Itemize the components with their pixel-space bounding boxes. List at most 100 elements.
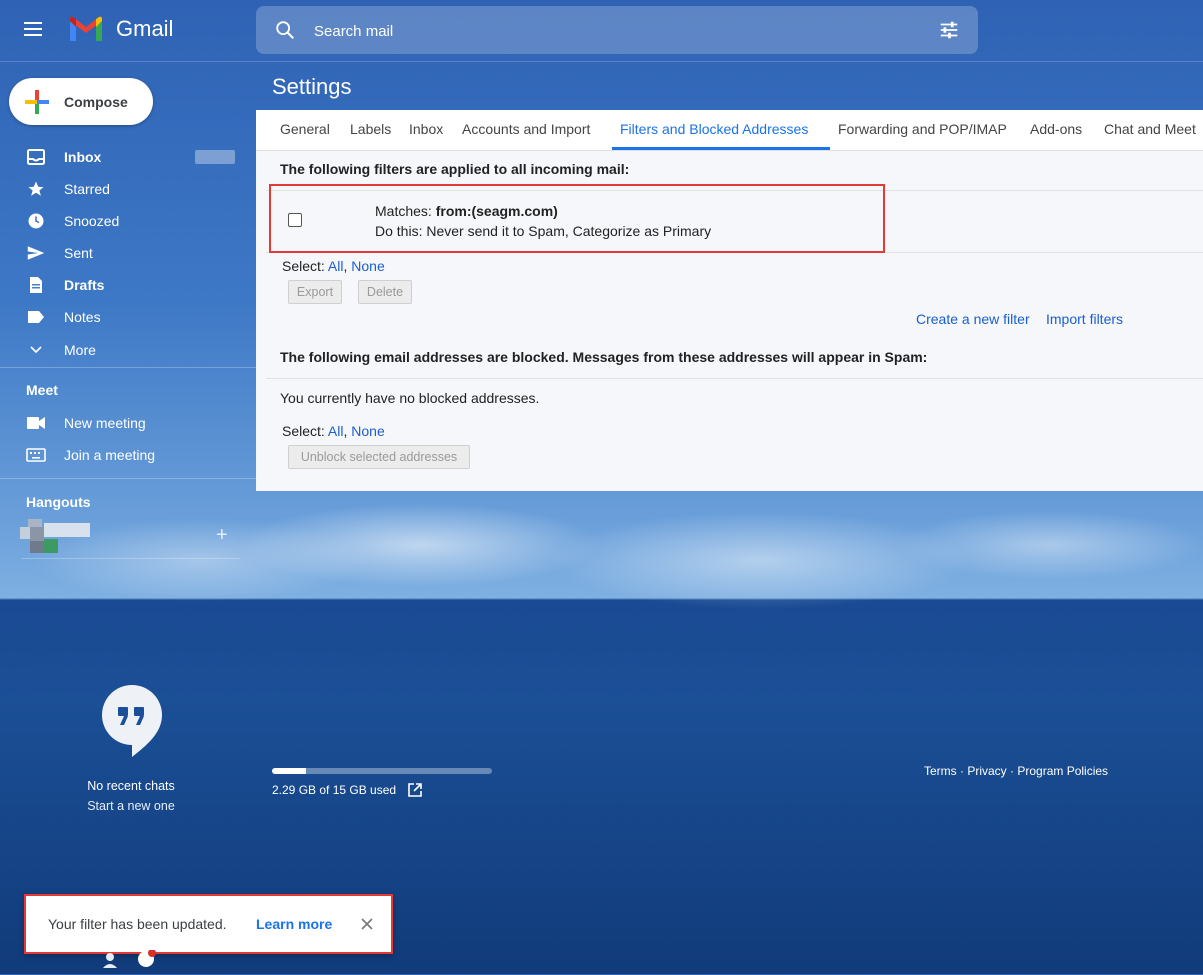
search-input[interactable]	[312, 18, 916, 44]
sidebar-item-snoozed[interactable]: Snoozed	[0, 205, 240, 237]
star-icon	[26, 179, 46, 199]
tab-labels[interactable]: Labels	[350, 121, 391, 137]
select-none-link[interactable]: None	[351, 258, 384, 274]
sidebar-divider	[0, 367, 256, 368]
blocked-heading: The following email addresses are blocke…	[280, 349, 928, 365]
select-label: Select:	[282, 423, 328, 439]
hangouts-quote-icon	[102, 685, 162, 757]
close-icon[interactable]	[359, 916, 375, 932]
delete-button[interactable]: Delete	[358, 280, 412, 304]
bottom-chat-bar	[100, 949, 160, 975]
clock-icon	[26, 211, 46, 231]
terms-link[interactable]: Terms	[924, 764, 957, 778]
new-meeting-label: New meeting	[64, 415, 146, 431]
sidebar-item-label: Inbox	[64, 149, 102, 165]
compose-button[interactable]: Compose	[9, 78, 153, 125]
compose-label: Compose	[64, 93, 128, 110]
learn-more-link[interactable]: Learn more	[256, 916, 332, 932]
separator: ,	[343, 258, 348, 274]
start-new-chat-link[interactable]: Start a new one	[60, 799, 202, 813]
sidebar-item-sent[interactable]: Sent	[0, 237, 240, 269]
divider	[266, 378, 1203, 379]
blocked-select-row: Select: All, None	[282, 423, 385, 439]
active-tab-indicator	[612, 147, 830, 150]
page-title: Settings	[272, 74, 352, 99]
send-icon	[26, 243, 46, 263]
add-hangouts-contact-button[interactable]: +	[216, 524, 228, 547]
separator: ,	[343, 423, 348, 439]
no-blocked-text: You currently have no blocked addresses.	[280, 390, 540, 406]
no-recent-chats-text: No recent chats	[87, 779, 175, 793]
separator-dot: ·	[1006, 764, 1018, 778]
select-all-link[interactable]: All	[328, 258, 344, 274]
select-none-link[interactable]: None	[351, 423, 384, 439]
chevron-down-icon	[26, 340, 46, 360]
filter-row-highlight	[269, 184, 885, 253]
storage-usage-text: 2.29 GB of 15 GB used	[272, 783, 397, 797]
program-policies-link[interactable]: Program Policies	[1017, 764, 1108, 778]
sidebar-divider	[0, 478, 256, 479]
filter-matches-prefix: Matches:	[375, 203, 436, 219]
label-icon	[26, 307, 46, 327]
tab-forwarding-and-pop-imap[interactable]: Forwarding and POP/IMAP	[838, 121, 1007, 137]
filter-action: Do this: Never send it to Spam, Categori…	[375, 223, 712, 239]
settings-tabs: General Labels Inbox Accounts and Import…	[256, 110, 1203, 151]
privacy-link[interactable]: Privacy	[967, 764, 1006, 778]
select-all-link[interactable]: All	[328, 423, 344, 439]
filter-matches-value: from:(seagm.com)	[435, 203, 558, 219]
search-bar[interactable]	[256, 6, 978, 54]
hangouts-user-avatar[interactable]	[20, 519, 90, 553]
unblock-selected-button[interactable]: Unblock selected addresses	[288, 445, 470, 469]
separator-dot: ·	[956, 764, 968, 778]
sidebar-item-label: Notes	[64, 309, 101, 325]
filter-select-row: Select: All, None	[282, 258, 385, 274]
hangouts-divider	[22, 558, 240, 559]
settings-panel: General Labels Inbox Accounts and Import…	[256, 110, 1203, 491]
hangouts-section-title: Hangouts	[26, 494, 91, 510]
sidebar-item-label: Snoozed	[64, 213, 120, 229]
filter-checkbox[interactable]	[288, 213, 302, 227]
sidebar-item-label: Sent	[64, 245, 93, 261]
filter-matches[interactable]: Matches: from:(seagm.com)	[375, 203, 558, 219]
sidebar-item-label: More	[64, 342, 96, 358]
open-in-new-icon[interactable]	[408, 783, 422, 797]
keyboard-icon	[26, 445, 46, 465]
sidebar-item-more[interactable]: More	[0, 334, 240, 366]
filters-heading: The following filters are applied to all…	[280, 161, 630, 177]
tab-chat-and-meet[interactable]: Chat and Meet	[1104, 121, 1196, 137]
sidebar-item-starred[interactable]: Starred	[0, 173, 240, 205]
video-camera-icon	[26, 413, 46, 433]
tab-general[interactable]: General	[280, 121, 330, 137]
new-meeting-button[interactable]: New meeting	[0, 407, 240, 439]
sidebar-item-label: Starred	[64, 181, 110, 197]
header-divider	[0, 61, 1203, 62]
sidebar-item-drafts[interactable]: Drafts	[0, 269, 240, 301]
hangouts-bubble-icon[interactable]	[138, 949, 156, 967]
select-label: Select:	[282, 258, 328, 274]
create-new-filter-link[interactable]: Create a new filter	[916, 311, 1030, 327]
gmail-m-icon	[70, 16, 102, 41]
import-filters-link[interactable]: Import filters	[1046, 311, 1123, 327]
tab-add-ons[interactable]: Add-ons	[1030, 121, 1082, 137]
join-meeting-button[interactable]: Join a meeting	[0, 439, 240, 471]
search-options-icon[interactable]	[938, 19, 960, 41]
footer-links: Terms · Privacy · Program Policies	[924, 764, 1108, 778]
person-icon[interactable]	[103, 953, 117, 968]
sidebar-item-notes[interactable]: Notes	[0, 301, 240, 333]
tab-filters-and-blocked-addresses[interactable]: Filters and Blocked Addresses	[620, 121, 808, 137]
join-meeting-label: Join a meeting	[64, 447, 156, 463]
meet-section-title: Meet	[26, 382, 58, 398]
sidebar-item-label: Drafts	[64, 277, 105, 293]
storage-usage-bar	[272, 768, 492, 774]
draft-icon	[26, 275, 46, 295]
main-menu-button[interactable]	[22, 18, 48, 42]
tab-accounts-and-import[interactable]: Accounts and Import	[462, 121, 590, 137]
gmail-logo[interactable]: Gmail	[68, 15, 173, 43]
storage-usage-fill	[272, 768, 306, 774]
search-icon[interactable]	[274, 19, 296, 41]
app-name: Gmail	[116, 16, 174, 41]
toast-message: Your filter has been updated.	[48, 916, 227, 932]
inbox-unread-count	[195, 150, 235, 164]
export-button[interactable]: Export	[288, 280, 342, 304]
tab-inbox[interactable]: Inbox	[409, 121, 443, 137]
